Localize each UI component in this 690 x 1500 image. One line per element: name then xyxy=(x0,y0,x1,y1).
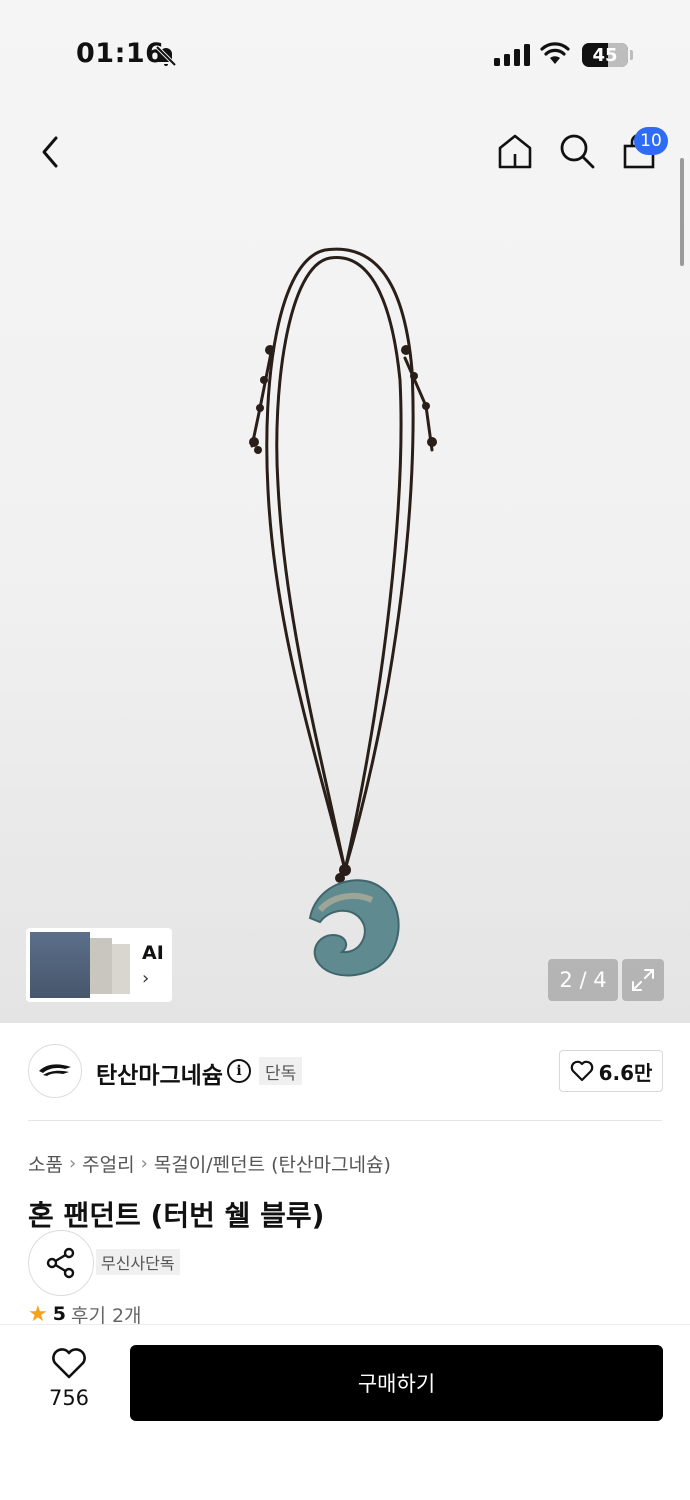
wifi-icon xyxy=(540,42,570,70)
brand-logo[interactable] xyxy=(28,1044,82,1098)
heart-icon xyxy=(570,1060,593,1082)
chevron-right-icon: › xyxy=(140,1153,148,1174)
brand-exclusive-tag: 단독 xyxy=(259,1057,303,1085)
wish-button[interactable]: 756 xyxy=(40,1348,98,1410)
expand-icon[interactable] xyxy=(622,959,664,1001)
chevron-right-icon: › xyxy=(142,967,150,989)
cart-count-badge: 10 xyxy=(634,127,668,155)
chevron-right-icon: › xyxy=(68,1153,77,1174)
buy-button[interactable]: 구매하기 xyxy=(130,1345,663,1421)
review-count[interactable]: 후기 2개 xyxy=(71,1303,142,1326)
status-time: 01:16 xyxy=(76,38,165,69)
heart-icon xyxy=(52,1348,86,1379)
back-icon[interactable] xyxy=(30,130,70,174)
rating-score: 5 xyxy=(52,1303,66,1325)
divider xyxy=(28,1120,662,1121)
brand-name[interactable]: 탄산마그네슘 xyxy=(96,1056,223,1090)
breadcrumb-item[interactable]: 소품 xyxy=(28,1150,63,1177)
breadcrumb-item[interactable]: 목걸이/펜던트 (탄산마그네슘) xyxy=(154,1150,391,1177)
wish-count: 756 xyxy=(48,1386,90,1410)
ai-label: AI xyxy=(142,941,164,964)
breadcrumb: 소품 › 주얼리 › 목걸이/펜던트 (탄산마그네슘) xyxy=(28,1150,391,1177)
info-icon[interactable]: i xyxy=(227,1059,251,1083)
home-icon[interactable] xyxy=(494,130,536,172)
brand-like-button[interactable]: 6.6만 xyxy=(559,1050,663,1092)
signal-icon xyxy=(494,44,530,66)
ai-thumbnail-stack xyxy=(30,932,134,998)
scrollbar[interactable] xyxy=(680,158,684,266)
gallery-page-indicator: 2 / 4 xyxy=(548,959,618,1001)
product-title: 혼 팬던트 (터번 쉘 블루) xyxy=(28,1199,325,1232)
search-icon[interactable] xyxy=(556,130,598,172)
rating-row[interactable]: ★ 5 후기 2개 xyxy=(28,1303,142,1325)
musinsa-exclusive-tag: 무신사단독 xyxy=(96,1249,180,1275)
breadcrumb-item[interactable]: 주얼리 xyxy=(82,1150,134,1177)
product-image xyxy=(249,247,437,977)
share-icon[interactable] xyxy=(28,1230,94,1296)
star-icon: ★ xyxy=(28,1303,48,1325)
ai-recommend-button[interactable]: AI › xyxy=(26,928,172,1002)
bell-muted-icon xyxy=(154,44,178,72)
battery-level: 45 xyxy=(592,44,618,66)
brand-like-count: 6.6만 xyxy=(598,1060,653,1085)
battery-icon: 45 xyxy=(582,43,628,67)
